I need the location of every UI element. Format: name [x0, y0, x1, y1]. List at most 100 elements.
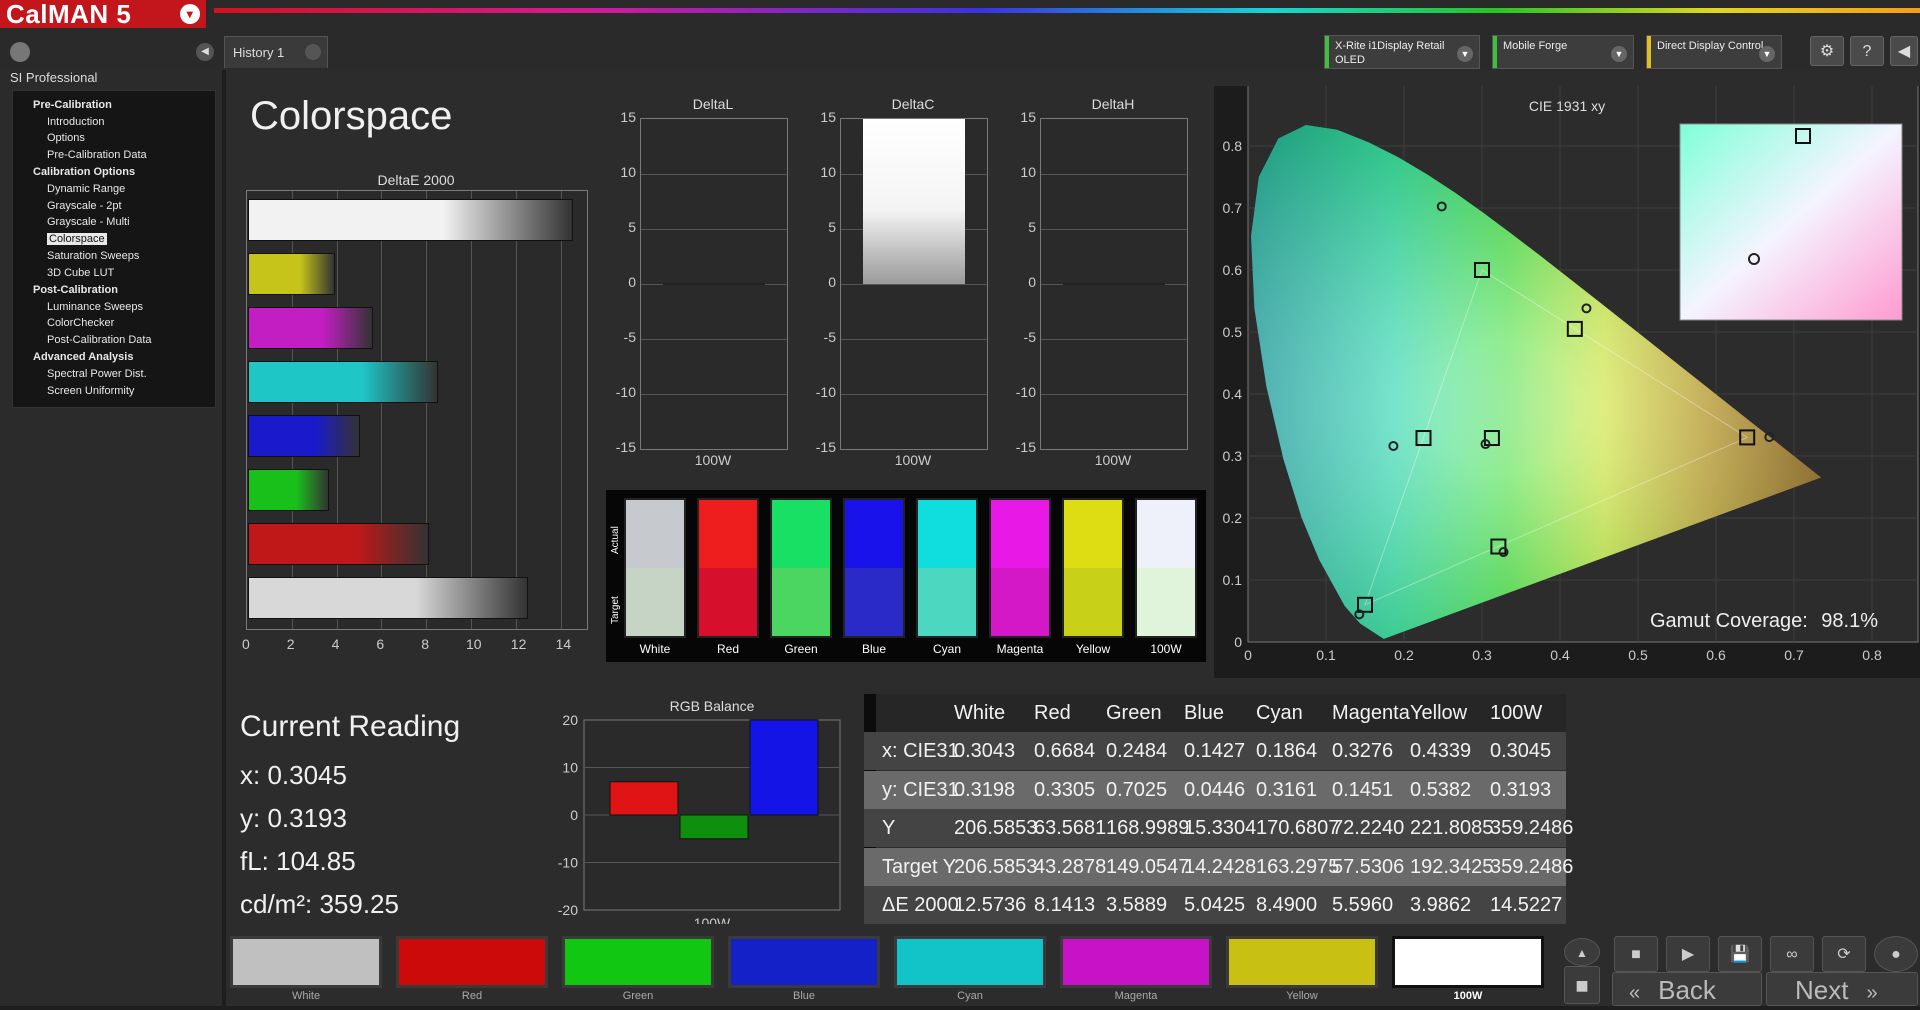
- cie-x-tick: 0.5: [1628, 647, 1648, 663]
- tree-item-grayscale-multi[interactable]: Grayscale - Multi: [47, 216, 130, 228]
- device-status-bar: [1493, 36, 1497, 68]
- swatch-label: Cyan: [932, 642, 961, 656]
- table-cell: 15.3304: [1184, 817, 1257, 839]
- bottom-swatch-magenta[interactable]: [1060, 936, 1212, 988]
- table-cell: 0.4339: [1410, 740, 1472, 762]
- help-button[interactable]: ?: [1850, 36, 1884, 66]
- delta-tick-label: 15: [620, 109, 636, 125]
- swatch-cyan: [916, 498, 978, 638]
- tree-item-spectral-power[interactable]: Spectral Power Dist.: [47, 368, 147, 380]
- swatch-actual: [918, 500, 976, 568]
- refresh-button[interactable]: ⟳: [1822, 936, 1866, 972]
- table-row: ΔE 2000 12.5736 8.1413 3.5889 5.0425 8.4900 5.…: [864, 886, 1566, 924]
- tree-item-advanced-analysis[interactable]: Advanced Analysis: [33, 351, 133, 363]
- deltae-bar: [248, 415, 360, 457]
- tree-item-screen-uniformity[interactable]: Screen Uniformity: [47, 385, 134, 397]
- chevron-down-icon[interactable]: ▼: [1611, 46, 1627, 62]
- sidebar-collapse-button[interactable]: ◀: [196, 43, 214, 61]
- close-tab-icon[interactable]: [305, 44, 321, 60]
- play-icon: ▶: [1681, 946, 1695, 963]
- delta-chart-title: DeltaL: [692, 96, 734, 112]
- table-cell: 0.3043: [954, 740, 1016, 762]
- table-cell: 57.5306: [1332, 855, 1405, 878]
- workflow-status-icon[interactable]: [10, 42, 30, 62]
- tree-item-3d-cube-lut[interactable]: 3D Cube LUT: [47, 267, 114, 279]
- deltae-chart-title: DeltaE 2000: [377, 172, 455, 188]
- swatch-label: Green: [784, 642, 818, 656]
- tree-item-grayscale-2pt[interactable]: Grayscale - 2pt: [47, 200, 122, 212]
- logo-menu-arrow-icon[interactable]: ▾: [180, 4, 200, 24]
- back-button[interactable]: « Back: [1612, 972, 1762, 1006]
- tree-item-colorchecker[interactable]: ColorChecker: [47, 317, 114, 329]
- table-cell: 0.1427: [1184, 740, 1246, 762]
- table-row-label: y: CIE31: [882, 778, 959, 801]
- stop-button[interactable]: ■: [1614, 936, 1658, 972]
- deltae-bar: [248, 199, 573, 241]
- loop-button[interactable]: ∞: [1770, 936, 1814, 972]
- deltae-bar: [248, 577, 528, 619]
- reading-y: y: 0.3193: [240, 803, 347, 833]
- bottom-swatch-red[interactable]: [396, 936, 548, 988]
- delta-tick-label: -10: [1015, 384, 1036, 400]
- save-icon: 💾: [1730, 946, 1750, 963]
- tree-item-calibration-options[interactable]: Calibration Options: [33, 166, 135, 178]
- cie-x-tick: 0.4: [1550, 647, 1570, 663]
- back-icon: «: [1629, 982, 1641, 1004]
- next-button[interactable]: Next »: [1766, 972, 1918, 1006]
- bottom-swatch-green[interactable]: [562, 936, 714, 988]
- bottom-swatch-100w[interactable]: [1392, 936, 1544, 988]
- swatch-actual: [1137, 500, 1195, 568]
- app-logo[interactable]: CalMAN 5 ▾: [0, 0, 206, 28]
- bottom-swatch-yellow[interactable]: [1226, 936, 1378, 988]
- tree-item-introduction[interactable]: Introduction: [47, 116, 104, 128]
- cie-y-tick: 0.3: [1223, 448, 1243, 464]
- rgb-tick: -20: [558, 902, 578, 918]
- tree-item-colorspace[interactable]: Colorspace: [47, 233, 107, 245]
- tree-item-dynamic-range[interactable]: Dynamic Range: [47, 183, 125, 195]
- delta-chart-title: DeltaC: [891, 96, 935, 112]
- cie-y-tick: 0.7: [1223, 200, 1243, 216]
- table-row: x: CIE31 0.3043 0.6684 0.2484 0.1427 0.1864 0.…: [864, 732, 1566, 770]
- tree-item-pre-calibration[interactable]: Pre-Calibration: [33, 99, 112, 111]
- table-cell: 8.4900: [1256, 894, 1318, 916]
- tree-item-pre-calibration-data[interactable]: Pre-Calibration Data: [47, 149, 147, 161]
- chevron-down-icon[interactable]: ▼: [1457, 46, 1473, 62]
- table-cell: 0.3276: [1332, 740, 1394, 762]
- table-cell: 0.3193: [1490, 778, 1552, 801]
- tree-item-post-calibration-data[interactable]: Post-Calibration Data: [47, 334, 152, 346]
- table-row-label: ΔE 2000: [882, 894, 959, 916]
- tree-item-post-calibration[interactable]: Post-Calibration: [33, 284, 118, 296]
- cie-x-tick: 0.7: [1784, 647, 1804, 663]
- collapse-right-button[interactable]: ◀: [1890, 36, 1918, 66]
- deltae-bar: [248, 253, 336, 295]
- swatch-target: [1137, 568, 1195, 636]
- rgb-tick: 20: [562, 712, 578, 728]
- gridline: [641, 394, 787, 395]
- tree-item-luminance-sweeps[interactable]: Luminance Sweeps: [47, 301, 143, 313]
- color-comparison-panel: Actual Target White Red Green Blue Cyan Magen…: [606, 490, 1206, 662]
- table-header-cell: Green: [1106, 702, 1162, 724]
- gridline: [1041, 394, 1187, 395]
- device-meter[interactable]: X-Rite i1Display Retail OLED ▼: [1324, 35, 1480, 69]
- bottom-swatch-cyan[interactable]: [894, 936, 1046, 988]
- actual-label: Actual: [610, 526, 621, 554]
- bottom-swatch-white[interactable]: [230, 936, 382, 988]
- swatch-target: [918, 568, 976, 636]
- save-button[interactable]: 💾: [1718, 936, 1762, 972]
- settings-button[interactable]: ⚙: [1810, 36, 1844, 66]
- play-button[interactable]: ▶: [1666, 936, 1710, 972]
- deltae-tick-label: 4: [331, 636, 340, 652]
- device-source[interactable]: Mobile Forge ▼: [1492, 35, 1634, 69]
- chevron-down-icon[interactable]: ▼: [1759, 46, 1775, 62]
- stop-square-button[interactable]: ■: [1564, 966, 1600, 1004]
- tab-history[interactable]: History 1: [224, 36, 328, 68]
- tree-item-saturation-sweeps[interactable]: Saturation Sweeps: [47, 250, 139, 262]
- record-button[interactable]: ●: [1874, 936, 1918, 972]
- device-display[interactable]: Direct Display Control ▼: [1646, 35, 1782, 69]
- bottom-swatch-blue[interactable]: [728, 936, 880, 988]
- deltae-tick-label: 10: [466, 636, 482, 652]
- tree-item-options[interactable]: Options: [47, 132, 85, 144]
- up-button[interactable]: ▲: [1564, 938, 1600, 966]
- deltae-chart: [246, 190, 588, 630]
- rgb-tick: -10: [558, 855, 578, 871]
